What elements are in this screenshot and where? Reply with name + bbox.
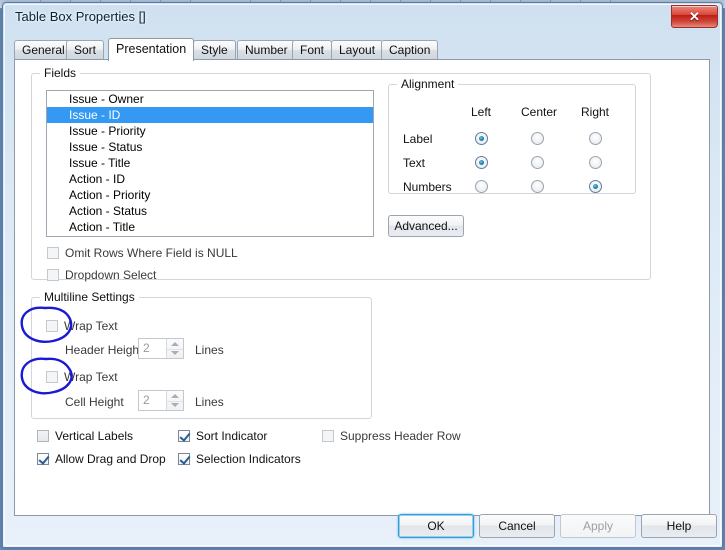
close-icon: ✕ [689,8,700,24]
list-item[interactable]: Issue - ID [47,107,373,123]
tab-layout[interactable]: Layout [331,40,384,59]
fields-group: Fields Issue - Owner Issue - ID Issue - … [31,66,651,282]
title-bar: Table Box Properties [] ✕ [3,3,722,33]
checkbox-label: Selection Indicators [196,452,301,466]
checkbox-label: Vertical Labels [55,429,134,443]
checkbox-box [46,371,58,383]
advanced-button[interactable]: Advanced... [388,215,464,237]
list-item[interactable]: Issue - Priority [47,123,373,139]
cell-height-stepper[interactable]: 2 [138,390,184,411]
radio-label-left[interactable] [475,132,488,145]
alignment-group: Alignment Left Center Right Label Text N… [388,77,636,194]
list-item[interactable]: Issue - Title [47,155,373,171]
help-button[interactable]: Help [641,514,717,538]
chevron-down-icon [171,351,179,355]
header-height-value: 2 [143,341,150,355]
tab-style[interactable]: Style [193,40,236,59]
radio-text-right[interactable] [589,156,602,169]
checkbox-box [322,430,334,442]
selection-indicators-checkbox[interactable]: Selection Indicators [178,452,301,466]
window-title: Table Box Properties [] [15,9,146,24]
tab-general[interactable]: General [14,40,73,59]
cell-height-units: Lines [195,395,224,409]
radio-numbers-right[interactable] [589,180,602,193]
list-item[interactable]: Action - Priority [47,187,373,203]
radio-text-left[interactable] [475,156,488,169]
cell-height-value: 2 [143,393,150,407]
header-height-label: Header Height [65,343,143,357]
tab-sort[interactable]: Sort [66,40,105,59]
alignment-row-label-text: Text [403,156,426,170]
checkbox-label: Suppress Header Row [340,429,461,443]
alignment-column-center: Center [520,105,558,119]
ok-button[interactable]: OK [398,514,474,538]
cell-height-label: Cell Height [65,395,124,409]
alignment-row-label-numbers: Numbers [403,180,452,194]
radio-text-center[interactable] [531,156,544,169]
checkbox-box [178,430,190,442]
alignment-column-right: Right [580,105,609,119]
checkbox-label: Dropdown Select [65,268,157,282]
allow-drag-and-drop-checkbox[interactable]: Allow Drag and Drop [37,452,166,466]
checkbox-label: Sort Indicator [196,429,268,443]
cell-wrap-text-checkbox[interactable]: Wrap Text [46,370,118,384]
alignment-row-label-label: Label [403,132,433,146]
multiline-settings-group: Multiline Settings Wrap Text Header Heig… [31,290,372,419]
list-item[interactable]: Issue - Owner [47,91,373,107]
stepper-buttons[interactable] [166,339,183,358]
list-item[interactable]: Action - Title [47,219,373,235]
chevron-down-icon [171,403,179,407]
header-height-units: Lines [195,343,224,357]
tab-font[interactable]: Font [292,40,333,59]
chevron-up-icon [171,394,179,398]
header-wrap-text-checkbox[interactable]: Wrap Text [46,319,118,333]
suppress-header-row-checkbox[interactable]: Suppress Header Row [322,429,461,443]
dropdown-select-checkbox[interactable]: Dropdown Select [47,268,156,282]
close-button[interactable]: ✕ [671,5,718,28]
omit-rows-where-field-is-null-checkbox[interactable]: Omit Rows Where Field is NULL [47,246,238,260]
tab-number[interactable]: Number [237,40,296,59]
checkbox-box [46,320,58,332]
checkbox-box [47,269,59,281]
presentation-tab-panel: Fields Issue - Owner Issue - ID Issue - … [14,59,710,516]
checkbox-label: Wrap Text [64,370,118,384]
vertical-labels-checkbox[interactable]: Vertical Labels [37,429,133,443]
radio-label-center[interactable] [531,132,544,145]
checkbox-box [47,247,59,259]
alignment-group-legend: Alignment [397,77,459,91]
checkbox-box [178,453,190,465]
multiline-group-legend: Multiline Settings [40,290,139,304]
cancel-button[interactable]: Cancel [479,514,555,538]
apply-button: Apply [560,514,636,538]
radio-label-right[interactable] [589,132,602,145]
checkbox-label: Allow Drag and Drop [55,452,166,466]
checkbox-box [37,430,49,442]
chevron-up-icon [171,342,179,346]
screenshot-root: Table Box Properties [] ✕ General Sort P… [0,0,725,550]
radio-numbers-center[interactable] [531,180,544,193]
tab-presentation[interactable]: Presentation [108,38,195,61]
list-item[interactable]: Action - ID [47,171,373,187]
tab-caption[interactable]: Caption [381,40,439,59]
checkbox-label: Wrap Text [64,319,118,333]
list-item[interactable]: Issue - Status [47,139,373,155]
sort-indicator-checkbox[interactable]: Sort Indicator [178,429,267,443]
list-item[interactable]: Action - Status [47,203,373,219]
alignment-column-left: Left [470,105,491,119]
header-height-stepper[interactable]: 2 [138,338,184,359]
radio-numbers-left[interactable] [475,180,488,193]
fields-group-legend: Fields [40,66,81,80]
stepper-buttons[interactable] [166,391,183,410]
fields-listbox[interactable]: Issue - Owner Issue - ID Issue - Priorit… [46,90,374,237]
checkbox-label: Omit Rows Where Field is NULL [65,246,238,260]
checkbox-box [37,453,49,465]
